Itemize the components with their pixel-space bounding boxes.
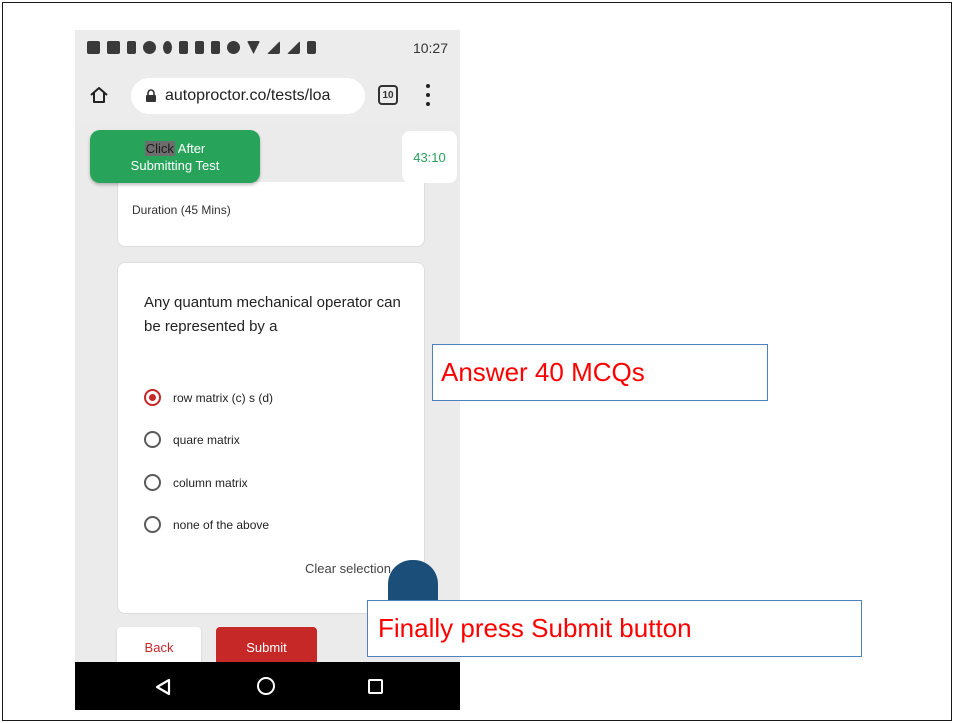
option-label: none of the above (173, 517, 270, 532)
annotation-submit: Finally press Submit button (367, 600, 862, 657)
timer: 43:10 (402, 131, 457, 183)
radio-selected-icon[interactable] (144, 389, 161, 406)
click-highlight: Click (144, 140, 175, 156)
tab-count-icon[interactable]: 10 (378, 85, 398, 105)
option-row[interactable]: none of the above (144, 516, 269, 533)
more-menu-icon[interactable] (425, 84, 431, 106)
data-icon (163, 41, 172, 54)
option-label: quare matrix (173, 432, 240, 447)
click-button-rest: After (174, 140, 206, 156)
option-row[interactable]: column matrix (144, 474, 248, 491)
battery-icon (307, 41, 316, 54)
browser-toolbar: autoproctor.co/tests/loa 10 (75, 72, 460, 122)
annotation-answer: Answer 40 MCQs (432, 344, 768, 401)
circle-icon (143, 41, 156, 54)
option-label: row matrix (c) s (d) (173, 390, 273, 405)
test-info-card: Duration (45 Mins) (117, 182, 425, 247)
submit-button[interactable]: Submit (216, 627, 317, 667)
notification-icon (87, 41, 100, 54)
click-after-submitting-button[interactable]: Click After Submitting Test (90, 130, 260, 183)
android-nav-bar (75, 662, 460, 710)
signal-icon-2 (287, 41, 300, 54)
image-icon (195, 41, 204, 54)
nav-back-icon[interactable] (155, 678, 171, 696)
status-bar: 10:27 (75, 30, 460, 70)
click-button-line1: Click After (90, 140, 260, 157)
question-card: Any quantum mechanical operator can be r… (117, 262, 425, 614)
option-label: column matrix (173, 475, 248, 490)
address-bar[interactable]: autoproctor.co/tests/loa (131, 78, 365, 114)
radio-icon[interactable] (144, 516, 161, 533)
nav-recents-icon[interactable] (368, 679, 383, 694)
duration-label: Duration (45 Mins) (132, 203, 231, 217)
option-row[interactable]: row matrix (c) s (d) (144, 389, 273, 406)
gmail-icon (107, 41, 120, 54)
screenshot-icon (179, 41, 188, 54)
back-button[interactable]: Back (117, 627, 201, 667)
url-text: autoproctor.co/tests/loa (165, 87, 331, 104)
status-time: 10:27 (412, 40, 448, 56)
radio-icon[interactable] (144, 431, 161, 448)
question-text: Any quantum mechanical operator can be r… (144, 294, 401, 335)
alarm-icon (227, 41, 240, 54)
clear-selection-link[interactable]: Clear selection (305, 561, 391, 576)
option-row[interactable]: quare matrix (144, 431, 240, 448)
click-button-line2: Submitting Test (130, 157, 220, 173)
floating-action-button[interactable] (388, 560, 438, 602)
radio-icon[interactable] (144, 474, 161, 491)
missed-call-icon (211, 41, 220, 54)
status-icons (87, 41, 316, 54)
nav-home-icon[interactable] (257, 677, 275, 695)
wifi-icon (247, 41, 260, 54)
usb-icon (127, 41, 136, 54)
signal-icon (267, 41, 280, 54)
home-icon[interactable] (89, 85, 109, 105)
test-page: Duration (45 Mins) Click After Submittin… (75, 122, 460, 667)
lock-icon (146, 89, 156, 102)
